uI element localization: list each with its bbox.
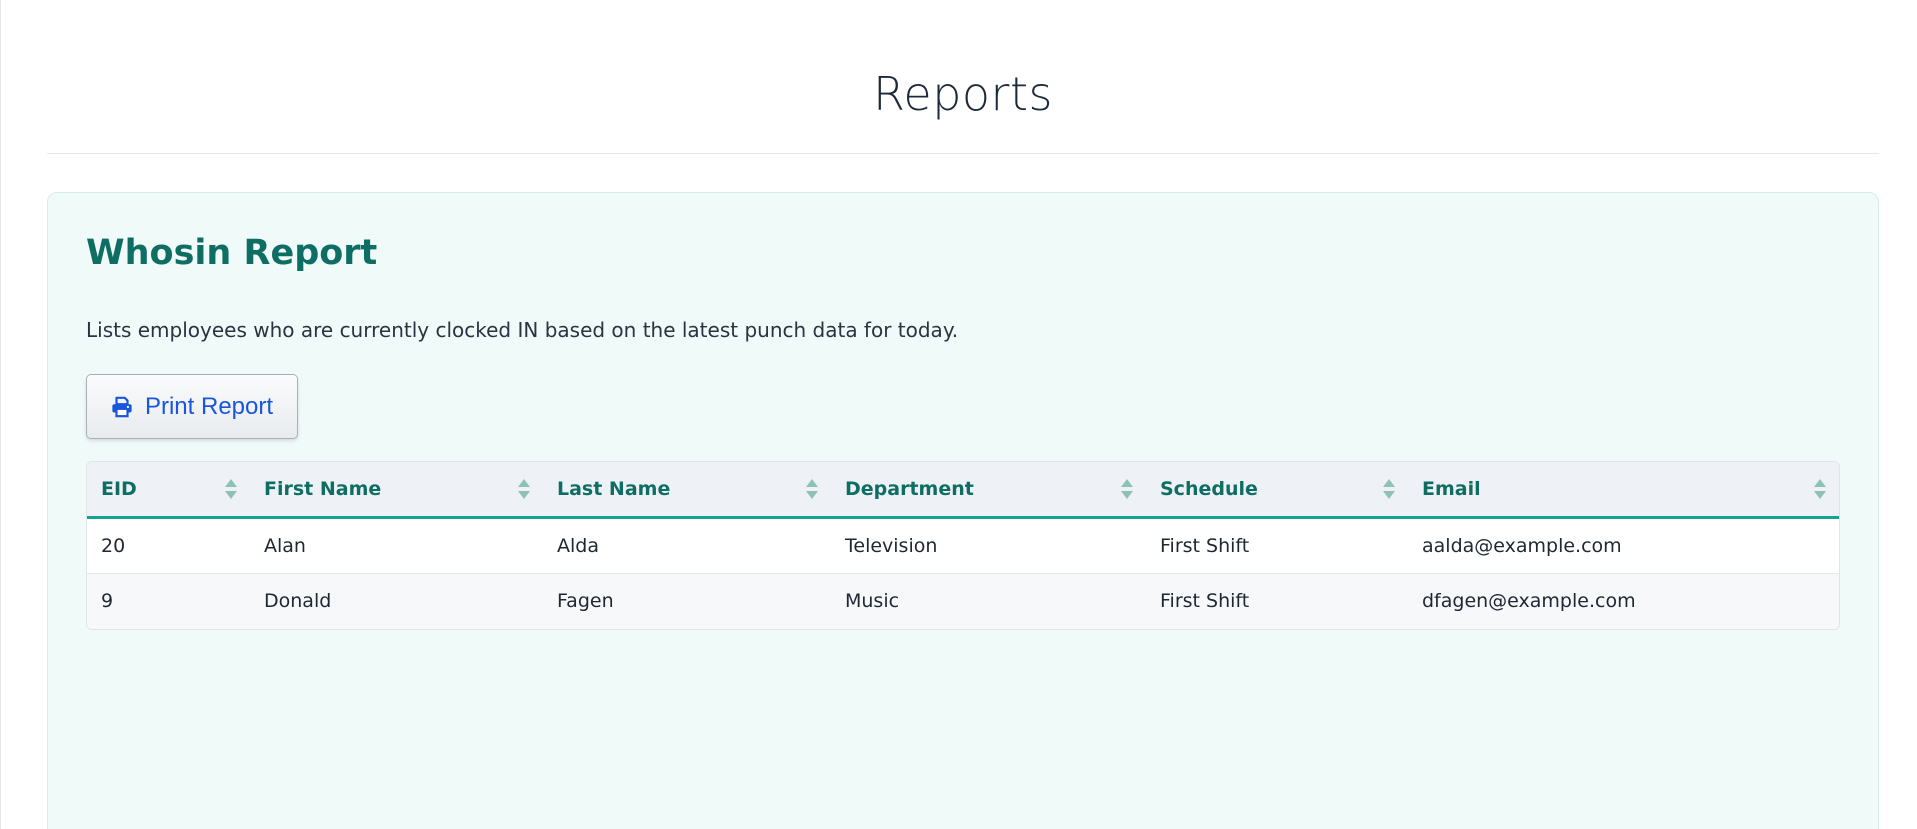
cell-eid: 9 [101,590,114,613]
column-header-email[interactable]: Email [1408,462,1839,517]
column-header-first-name[interactable]: First Name [250,462,543,517]
column-header-department[interactable]: Department [831,462,1146,517]
table-row: 20 Alan Alda Television First Shift aald… [87,517,1839,573]
report-description: Lists employees who are currently clocke… [86,318,959,342]
printer-icon [111,396,133,418]
report-title: Whosin Report [86,233,378,273]
column-header-label: Department [845,477,974,500]
cell-first-name: Donald [264,590,332,613]
column-header-label: First Name [264,477,382,500]
page-title: Reports [873,67,1053,121]
cell-schedule: First Shift [1160,590,1250,613]
column-header-schedule[interactable]: Schedule [1146,462,1408,517]
cell-department: Television [845,534,938,557]
sort-arrows-icon [1814,478,1826,499]
column-header-label: Email [1422,477,1481,500]
cell-last-name: Alda [557,534,599,557]
print-report-button[interactable]: Print Report [86,374,298,439]
sort-arrows-icon [1383,478,1395,499]
cell-last-name: Fagen [557,590,614,613]
page-header: Reports [47,0,1879,154]
cell-first-name: Alan [264,534,306,557]
cell-schedule: First Shift [1160,534,1250,557]
table-row: 9 Donald Fagen Music First Shift dfagen@… [87,573,1839,629]
cell-email: dfagen@example.com [1422,590,1636,613]
column-header-eid[interactable]: EID [87,462,250,517]
whosin-table: EID First Name Last Name Department Sche… [86,461,1840,630]
column-header-last-name[interactable]: Last Name [543,462,831,517]
table-header-row: EID First Name Last Name Department Sche… [87,462,1839,517]
sort-arrows-icon [1121,478,1133,499]
column-header-label: Last Name [557,477,671,500]
report-card: Whosin Report Lists employees who are cu… [47,192,1879,829]
page: Reports Whosin Report Lists employees wh… [0,0,1917,829]
sort-arrows-icon [225,478,237,499]
print-report-label: Print Report [144,392,274,420]
sort-arrows-icon [518,478,530,499]
column-header-label: EID [101,477,137,500]
cell-department: Music [845,590,900,613]
column-header-label: Schedule [1160,477,1258,500]
sort-arrows-icon [806,478,818,499]
cell-eid: 20 [101,534,126,557]
cell-email: aalda@example.com [1422,534,1622,557]
